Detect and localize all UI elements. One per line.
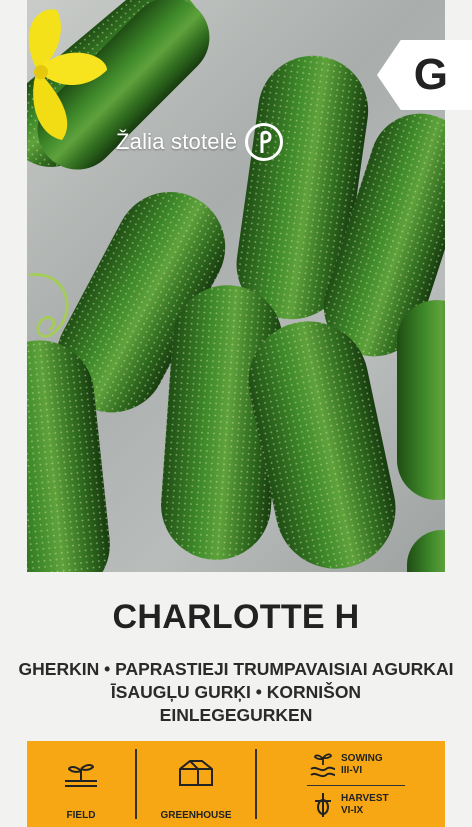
cucumber bbox=[407, 530, 445, 572]
divider bbox=[255, 749, 257, 819]
harvest-title: HARVEST bbox=[341, 793, 389, 804]
field-cell: FIELD bbox=[27, 749, 135, 821]
brand-leaf-logo-icon bbox=[245, 123, 284, 161]
greenhouse-label: GREENHOUSE bbox=[160, 810, 232, 821]
product-subtitle: GHERKIN • PAPRASTIEJI TRUMPAVAISIAI AGUR… bbox=[6, 658, 466, 727]
brand-logo: Žalia stotelė bbox=[116, 122, 316, 162]
subtitle-line: GHERKIN • PAPRASTIEJI TRUMPAVAISIAI AGUR… bbox=[18, 659, 454, 679]
info-panel: FIELD GREENHOUSE SOWING III-VI HARVEST V… bbox=[27, 741, 445, 827]
greenhouse-cell: GREENHOUSE bbox=[137, 749, 255, 821]
category-letter: G bbox=[413, 50, 448, 99]
cucumbers-illustration bbox=[27, 0, 445, 572]
sowing-title: SOWING bbox=[341, 753, 383, 764]
brand-name: Žalia stotelė bbox=[116, 129, 238, 154]
subtitle-line: ĪSAUGĻU GURĶI • KORNIŠON bbox=[110, 682, 362, 702]
row-divider bbox=[307, 785, 405, 786]
subtitle-line: EINLEGEGURKEN bbox=[159, 705, 313, 725]
sowing-icon bbox=[310, 753, 336, 777]
harvest-period: VI-IX bbox=[341, 805, 364, 816]
cucumber bbox=[397, 300, 445, 500]
tendril bbox=[28, 273, 69, 338]
sowing-period: III-VI bbox=[341, 765, 363, 776]
field-label: FIELD bbox=[66, 810, 96, 821]
sowing-label: SOWING III-VI bbox=[341, 753, 383, 777]
product-title: CHARLOTTE H bbox=[112, 598, 360, 636]
harvest-label: HARVEST VI-IX bbox=[341, 793, 389, 817]
greenhouse-icon bbox=[179, 760, 213, 786]
field-sprout-icon bbox=[65, 764, 97, 787]
harvest-icon bbox=[315, 793, 331, 817]
product-photo bbox=[27, 0, 445, 572]
